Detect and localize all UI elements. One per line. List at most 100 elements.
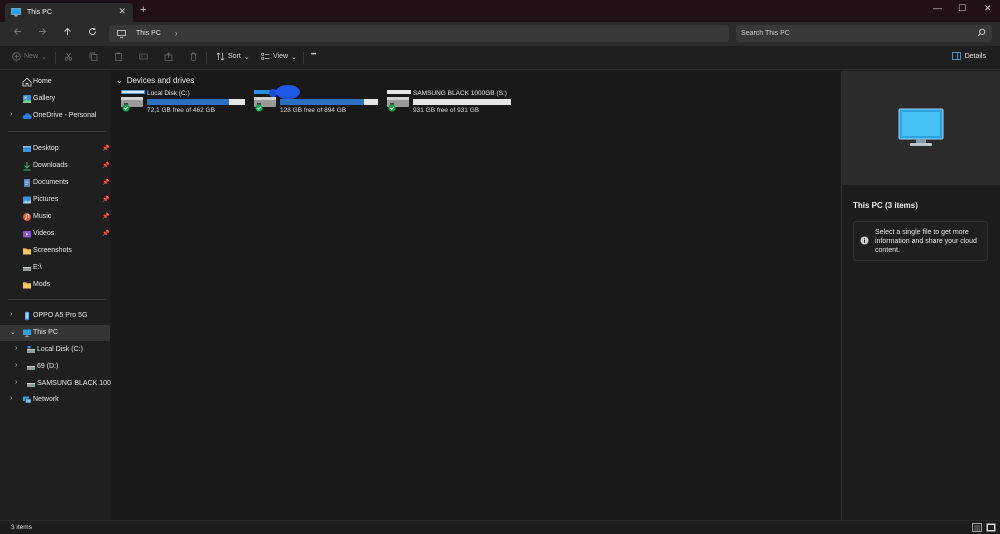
sidebar-item-mods[interactable]: Mods xyxy=(0,277,110,293)
drive-icon xyxy=(27,346,35,353)
minimize-button[interactable]: — xyxy=(933,3,942,13)
view-button[interactable]: View ⌄ xyxy=(261,52,297,61)
trash-icon xyxy=(190,52,197,61)
pc-icon xyxy=(23,329,31,338)
sidebar-item-label: Local Disk (C:) xyxy=(37,346,83,353)
drive-item-d[interactable]: 128 GB free of 894 GB xyxy=(253,85,383,115)
redaction-scribble xyxy=(276,85,300,99)
tab-this-pc[interactable]: This PC ✕ xyxy=(5,3,133,22)
maximize-button[interactable]: ☐ xyxy=(958,3,966,14)
divider xyxy=(206,52,207,64)
back-button[interactable] xyxy=(13,27,22,38)
sidebar-item-screenshots[interactable]: Screenshots xyxy=(0,243,110,259)
close-tab-button[interactable]: ✕ xyxy=(118,6,126,17)
drive-icon xyxy=(23,267,31,271)
sidebar-item-documents[interactable]: Documents 📌 xyxy=(0,175,110,191)
sidebar-item-e-drive[interactable]: E:\ xyxy=(0,260,110,276)
chevron-right-icon[interactable]: › xyxy=(15,362,17,369)
share-button[interactable] xyxy=(164,52,173,61)
drive-usage-bar xyxy=(280,99,378,105)
chevron-right-icon[interactable]: › xyxy=(175,29,178,38)
search-box[interactable] xyxy=(736,25,992,42)
pin-icon[interactable]: 📌 xyxy=(102,230,109,237)
sidebar-item-home[interactable]: Home xyxy=(0,74,110,90)
new-tab-button[interactable]: + xyxy=(140,4,146,16)
copy-button[interactable] xyxy=(89,52,98,61)
drive-item-samsung-s[interactable]: SAMSUNG BLACK 1000GB (S:) 931 GB free of… xyxy=(386,89,516,115)
sidebar-item-this-pc[interactable]: ⌄ This PC xyxy=(0,325,110,341)
sidebar-item-label: Pictures xyxy=(33,196,59,203)
sidebar-item-downloads[interactable]: Downloads 📌 xyxy=(0,158,110,174)
chevron-right-icon[interactable]: › xyxy=(10,111,12,118)
pin-icon[interactable]: 📌 xyxy=(102,162,109,169)
details-button[interactable]: Details xyxy=(951,52,986,60)
details-title: This PC (3 items) xyxy=(853,201,918,210)
sidebar-item-desktop[interactable]: Desktop 📌 xyxy=(0,141,110,157)
sidebar-item-local-disk-c[interactable]: › Local Disk (C:) xyxy=(0,342,110,358)
rename-icon xyxy=(139,53,148,60)
view-list-icon xyxy=(261,52,270,60)
navigation-pane: Home Gallery › OneDrive - Personal Deskt… xyxy=(0,71,125,520)
rename-button[interactable] xyxy=(139,52,148,61)
drive-usage-fill xyxy=(147,99,230,105)
pin-icon[interactable]: 📌 xyxy=(102,145,109,152)
sidebar-item-onedrive[interactable]: › OneDrive - Personal xyxy=(0,108,110,124)
sidebar-item-gallery[interactable]: Gallery xyxy=(0,91,110,107)
sidebar-item-samsung-drive[interactable]: › SAMSUNG BLACK 1000GB xyxy=(0,376,125,392)
more-options-button[interactable]: ••• xyxy=(311,52,316,58)
command-bar: New ⌄ Sort ⌄ View ⌄ ••• Details xyxy=(0,46,1000,70)
copy-icon xyxy=(89,52,98,61)
sidebar-item-label: OPPO A5 Pro 5G xyxy=(33,312,88,319)
drive-item-local-disk-c[interactable]: Local Disk (C:) 72,1 GB free of 462 GB xyxy=(120,89,250,115)
sidebar-item-videos[interactable]: Videos 📌 xyxy=(0,226,110,242)
chevron-right-icon[interactable]: › xyxy=(15,379,17,386)
group-header-devices[interactable]: ⌄ Devices and drives xyxy=(116,76,194,85)
chevron-down-icon[interactable]: ⌄ xyxy=(10,328,16,336)
sidebar-item-label: Home xyxy=(33,78,52,85)
drive-icon xyxy=(121,90,145,112)
pin-icon[interactable]: 📌 xyxy=(102,196,109,203)
sidebar-item-oppo-phone[interactable]: › OPPO A5 Pro 5G xyxy=(0,308,110,324)
sidebar-item-drive-d[interactable]: › 69 (D:) xyxy=(0,359,110,375)
details-view-icon[interactable] xyxy=(972,523,982,532)
cloud-icon xyxy=(22,113,32,119)
forward-button[interactable] xyxy=(38,27,47,38)
tab-title: This PC xyxy=(27,9,52,16)
sidebar-item-label: Network xyxy=(33,396,59,403)
tiles-view-icon[interactable] xyxy=(986,523,996,532)
close-window-button[interactable]: ✕ xyxy=(984,3,992,14)
home-icon xyxy=(22,77,32,87)
search-input[interactable] xyxy=(741,30,966,37)
details-pane: This PC (3 items) Select a single file t… xyxy=(841,71,1000,520)
sort-button[interactable]: Sort ⌄ xyxy=(216,52,250,61)
chevron-right-icon[interactable]: › xyxy=(15,345,17,352)
videos-icon xyxy=(23,231,31,238)
divider xyxy=(8,131,106,132)
drive-usage-bar xyxy=(413,99,511,105)
new-button[interactable]: New ⌄ xyxy=(12,52,47,61)
delete-button[interactable] xyxy=(189,52,198,61)
address-bar[interactable]: This PC › xyxy=(109,25,729,42)
chevron-right-icon[interactable]: › xyxy=(10,395,12,402)
pin-icon[interactable]: 📌 xyxy=(102,179,109,186)
chevron-down-icon: ⌄ xyxy=(41,53,47,61)
sidebar-item-music[interactable]: Music 📌 xyxy=(0,209,110,225)
file-list: ⌄ Devices and drives Local Disk (C:) 72,… xyxy=(111,71,840,520)
drive-icon xyxy=(27,366,35,370)
music-icon xyxy=(23,213,31,221)
sidebar-item-pictures[interactable]: Pictures 📌 xyxy=(0,192,110,208)
drive-name: SAMSUNG BLACK 1000GB (S:) xyxy=(413,90,507,97)
cut-button[interactable] xyxy=(64,52,73,61)
gallery-icon xyxy=(23,95,31,103)
chevron-right-icon[interactable]: › xyxy=(10,311,12,318)
up-button[interactable] xyxy=(63,27,72,38)
sidebar-item-network[interactable]: › Network xyxy=(0,392,110,408)
preview-area xyxy=(842,71,1000,185)
drive-free-space: 72,1 GB free of 462 GB xyxy=(147,107,215,114)
clipboard-icon xyxy=(115,52,122,61)
paste-button[interactable] xyxy=(114,52,123,61)
arrow-right-icon xyxy=(39,28,47,35)
refresh-button[interactable] xyxy=(88,27,97,38)
address-location[interactable]: This PC xyxy=(136,30,161,37)
pin-icon[interactable]: 📌 xyxy=(102,213,109,220)
